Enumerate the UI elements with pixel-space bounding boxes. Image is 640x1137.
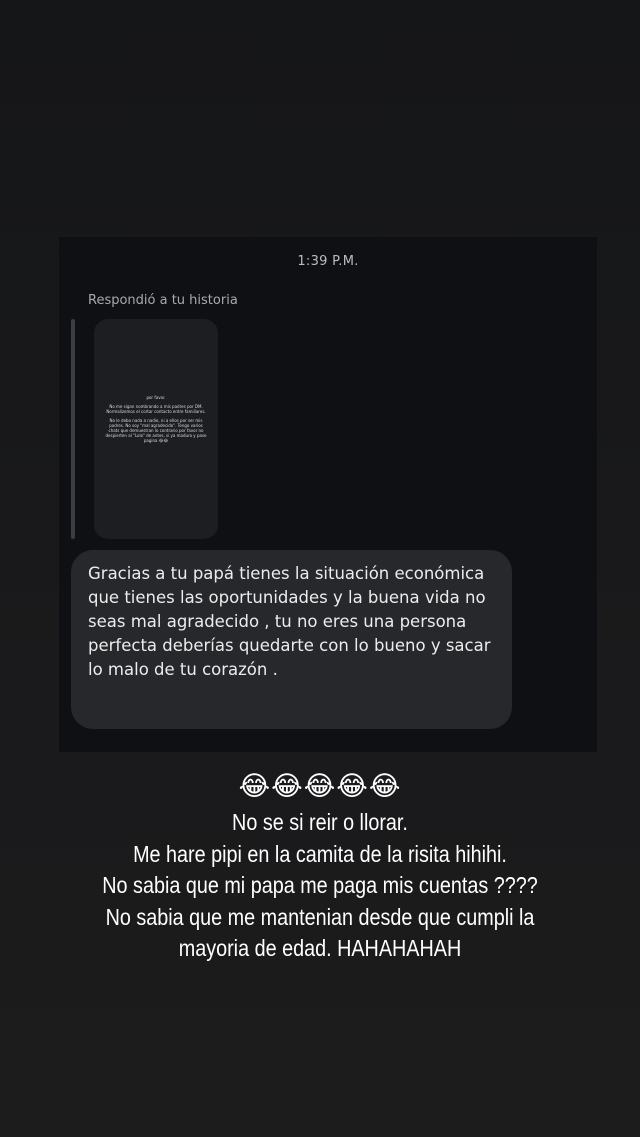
- caption-line: No se si reir o llorar.: [232, 809, 408, 835]
- reply-indicator-bar: [71, 319, 75, 539]
- story-preview-line: No me sigan nombrando a mis padres por D…: [106, 404, 206, 414]
- story-preview-line: No le debo nada a nadie, ni a ellos por …: [105, 418, 207, 443]
- story-preview-line: por favor.: [146, 395, 166, 400]
- dm-screenshot: 1:39 P.M. Respondió a tu historia por fa…: [59, 237, 597, 752]
- story-thumbnail[interactable]: por favor. No me sigan nombrando a mis p…: [94, 319, 218, 539]
- story-caption: No se si reir o llorar. Me hare pipi en …: [79, 807, 561, 965]
- caption-line: mayoria de edad. HAHAHAHAH: [178, 935, 462, 961]
- laughing-emoji-row: 😂😂😂😂😂: [238, 771, 402, 802]
- caption-line: Me hare pipi en la camita de la risita h…: [133, 840, 507, 867]
- story-screen: { "dm": { "time": "1:39 P.M.", "reply_la…: [0, 0, 640, 1137]
- message-bubble[interactable]: Gracias a tu papá tienes la situación ec…: [71, 550, 512, 729]
- reply-to-story-label: Respondió a tu historia: [88, 293, 238, 308]
- caption-line: No sabia que me mantenian desde que cump…: [105, 903, 535, 930]
- story-preview-text: por favor. No me sigan nombrando a mis p…: [104, 395, 208, 447]
- caption-line: No sabia que mi papa me paga mis cuentas…: [102, 872, 538, 898]
- message-timestamp: 1:39 P.M.: [297, 254, 359, 269]
